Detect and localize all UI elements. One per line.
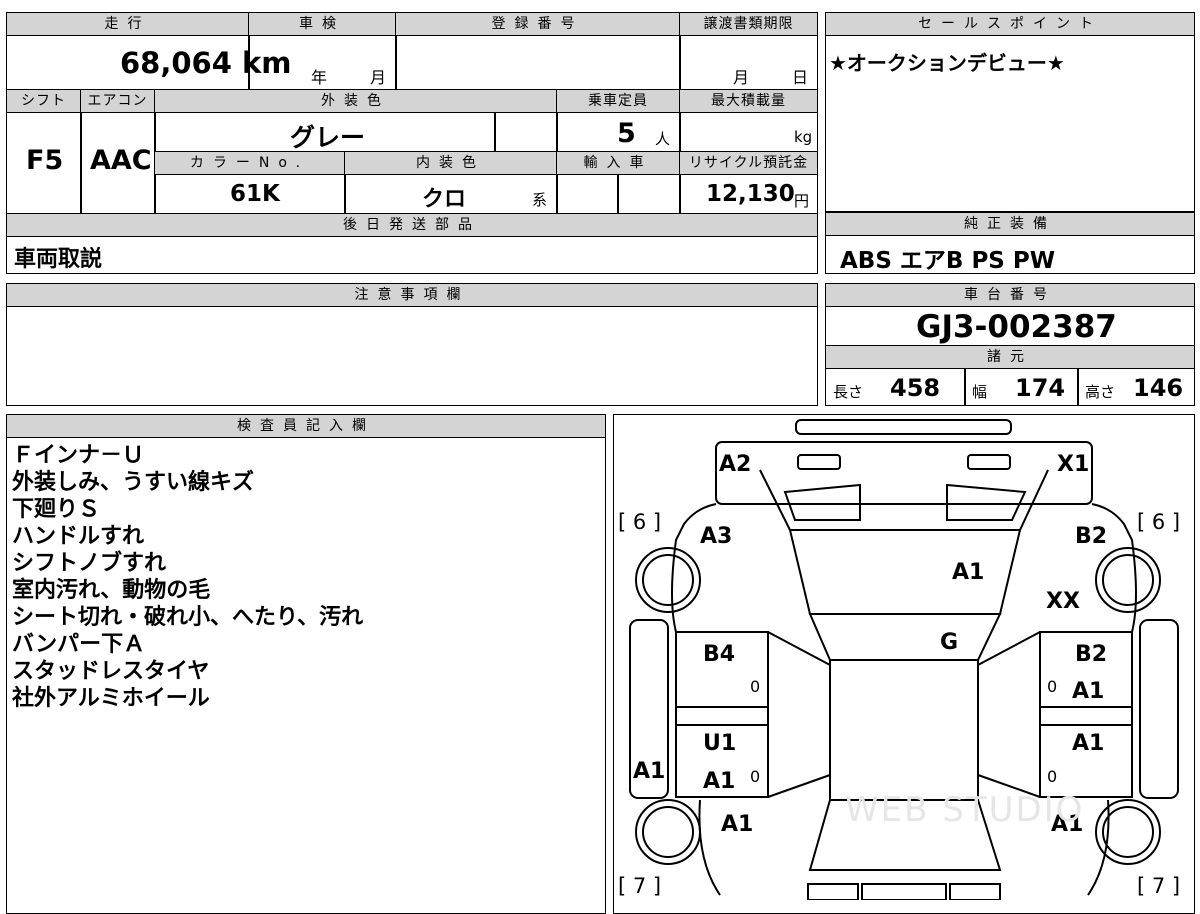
damage-door-fr: B2 bbox=[1075, 642, 1108, 667]
tire-bracket-rr: [ 7 ] bbox=[1137, 874, 1181, 898]
inspector-note: 室内汚れ、動物の毛 bbox=[12, 578, 211, 603]
inspection-month-unit: 月 bbox=[370, 68, 387, 87]
transfer-month-unit: 月 bbox=[733, 68, 750, 87]
zero-mark: 0 bbox=[750, 677, 761, 696]
damage-door-rr: A1 bbox=[1072, 731, 1105, 756]
mileage-value: 68,064 km bbox=[120, 46, 292, 80]
divider bbox=[494, 113, 496, 151]
mileage-header: 走行 bbox=[6, 12, 249, 36]
inspector-header: 検査員記入欄 bbox=[6, 414, 606, 438]
recycle-unit: 円 bbox=[794, 192, 810, 210]
exterior-color-header: 外装色 bbox=[154, 89, 557, 113]
interior-color-header: 内装色 bbox=[344, 151, 557, 175]
max-load-header: 最大積載量 bbox=[679, 89, 818, 113]
caution-header: 注意事項欄 bbox=[6, 283, 818, 307]
transfer-deadline-header: 譲渡書類期限 bbox=[679, 12, 818, 36]
divider bbox=[395, 36, 397, 89]
recycle-header: リサイクル預託金 bbox=[679, 151, 818, 175]
sales-point-box bbox=[825, 12, 1195, 212]
inspector-note: シフトノブすれ bbox=[12, 551, 167, 576]
tire-bracket-fl: [ 6 ] bbox=[618, 510, 662, 534]
inspector-note: 下廻りＳ bbox=[12, 497, 101, 522]
damage-door-rl-2: A1 bbox=[703, 769, 736, 794]
damage-fender-left: A3 bbox=[700, 524, 733, 549]
damage-front-left: A2 bbox=[719, 452, 752, 477]
aircon-header: エアコン bbox=[80, 89, 155, 113]
inspection-header: 車検 bbox=[248, 12, 396, 36]
inspector-note: ハンドルすれ bbox=[12, 524, 145, 549]
max-load-unit: kg bbox=[794, 128, 813, 146]
divider bbox=[1077, 369, 1079, 406]
chassis-no-value: GJ3-002387 bbox=[916, 309, 1117, 345]
zero-mark: 0 bbox=[750, 767, 761, 786]
sales-point-value: ★オークションデビュー★ bbox=[829, 51, 1065, 75]
length-label: 長さ bbox=[833, 383, 864, 401]
later-parts-header: 後日発送部品 bbox=[6, 213, 818, 237]
registration-header: 登録番号 bbox=[395, 12, 680, 36]
exterior-color-value: グレー bbox=[290, 123, 366, 152]
damage-fender-right-extra: XX bbox=[1046, 589, 1080, 614]
damage-sill-left: A1 bbox=[633, 759, 666, 784]
length-value: 458 bbox=[890, 374, 941, 402]
divider bbox=[80, 113, 82, 213]
chassis-header: 車台番号 bbox=[825, 283, 1195, 307]
shift-header: シフト bbox=[6, 89, 81, 113]
shift-value: F5 bbox=[26, 145, 64, 176]
width-value: 174 bbox=[1015, 374, 1066, 402]
inspector-note: バンパー下Ａ bbox=[12, 632, 146, 657]
inspector-notes: Ｆインナ－Ｕ 外装しみ、うすい線キズ 下廻りＳ ハンドルすれ シフトノブすれ 室… bbox=[12, 442, 602, 712]
spec-header: 諸元 bbox=[825, 345, 1195, 369]
capacity-unit: 人 bbox=[655, 130, 671, 148]
sales-point-header: セールスポイント bbox=[825, 12, 1195, 36]
capacity-header: 乗車定員 bbox=[556, 89, 680, 113]
inspection-year-unit: 年 bbox=[311, 68, 328, 87]
aircon-value: AAC bbox=[90, 145, 152, 176]
width-label: 幅 bbox=[972, 383, 988, 401]
damage-door-fr-extra: A1 bbox=[1072, 679, 1105, 704]
interior-color-value: クロ bbox=[422, 187, 467, 212]
equipment-value: ABS エアB PS PW bbox=[840, 248, 1056, 274]
equipment-header: 純正装備 bbox=[825, 212, 1195, 236]
damage-fender-right: B2 bbox=[1075, 524, 1108, 549]
import-header: 輸入車 bbox=[556, 151, 680, 175]
zero-mark: 0 bbox=[1047, 767, 1058, 786]
height-label: 高さ bbox=[1085, 383, 1116, 401]
damage-windshield: G bbox=[940, 630, 959, 655]
tire-bracket-rl: [ 7 ] bbox=[618, 874, 662, 898]
zero-mark: 0 bbox=[1047, 677, 1058, 696]
watermark: WEB STUDIO bbox=[845, 790, 1085, 830]
inspector-note: 社外アルミホイール bbox=[12, 686, 210, 711]
height-value: 146 bbox=[1133, 374, 1184, 402]
divider bbox=[344, 175, 346, 213]
damage-door-rl-1: U1 bbox=[703, 731, 737, 756]
inspector-note: シート切れ・破れ小、へたり、汚れ bbox=[12, 605, 364, 630]
damage-front-right: X1 bbox=[1057, 452, 1090, 477]
damage-door-fl: B4 bbox=[703, 642, 736, 667]
transfer-day-unit: 日 bbox=[792, 68, 809, 87]
inspector-note: 外装しみ、うすい線キズ bbox=[12, 470, 255, 495]
inspector-note: Ｆインナ－Ｕ bbox=[12, 443, 145, 468]
capacity-value: 5 bbox=[617, 118, 636, 149]
divider bbox=[964, 369, 966, 406]
inspector-note: スタッドレスタイヤ bbox=[12, 659, 210, 684]
divider bbox=[617, 175, 619, 213]
divider bbox=[679, 36, 681, 89]
color-no-header: カラーNo. bbox=[154, 151, 345, 175]
tire-bracket-fr: [ 6 ] bbox=[1137, 510, 1181, 534]
later-parts-value: 車両取説 bbox=[14, 247, 103, 272]
recycle-fee-value: 12,130 bbox=[706, 181, 795, 207]
damage-rear-fender-left: A1 bbox=[721, 812, 754, 837]
interior-color-unit: 系 bbox=[532, 191, 548, 209]
color-no-value: 61K bbox=[230, 181, 280, 207]
damage-hood: A1 bbox=[952, 560, 985, 585]
